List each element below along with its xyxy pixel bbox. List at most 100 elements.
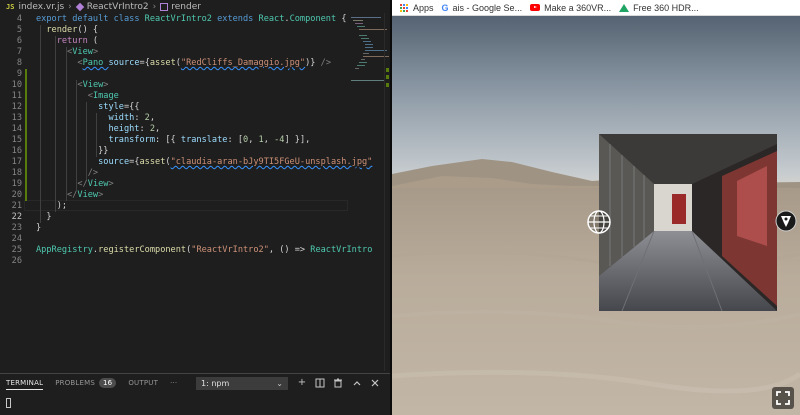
apps-icon — [400, 3, 408, 12]
code-token: /> — [320, 58, 332, 68]
code-line: 22 } — [0, 212, 348, 223]
code-token: : — [134, 113, 145, 123]
chevron-down-icon: ⌄ — [276, 379, 283, 388]
tab-problems[interactable]: PROBLEMS 16 — [49, 374, 122, 392]
code-line: 18 /> — [0, 168, 348, 179]
code-line: 25 AppRegistry.registerComponent("ReactVr… — [0, 245, 373, 256]
code-token: , — [248, 135, 259, 145]
code-token: View — [82, 80, 104, 90]
code-token: extends — [217, 14, 259, 24]
code-line: 24 — [0, 234, 348, 245]
code-token: React — [258, 14, 285, 24]
line-number: 21 — [11, 201, 22, 211]
line-number: 10 — [11, 80, 22, 90]
code-line: 8 <Pano source={asset("RedCliffs_Damaggi… — [0, 58, 348, 69]
terminal-cursor — [6, 398, 11, 408]
drive-icon — [619, 3, 630, 12]
breadcrumb-separator: › — [68, 1, 72, 12]
code-token: class — [113, 14, 145, 24]
code-token: "RedCliffs_Damaggio.jpg" — [180, 58, 306, 68]
close-icon[interactable] — [369, 377, 381, 389]
code-line: 16 }} — [0, 146, 348, 157]
code-token: ); — [36, 201, 68, 211]
code-token: ReactVrIntro2 — [144, 14, 218, 24]
code-line: 6 return ( — [0, 36, 348, 47]
code-text: <View> — [36, 80, 108, 91]
code-token: source — [98, 157, 130, 167]
code-token: } — [36, 223, 42, 233]
code-token: asset — [139, 157, 166, 167]
code-line: 26 — [0, 256, 348, 267]
code-token: registerComponent — [98, 245, 187, 255]
code-token: , — [149, 113, 156, 123]
browser-window[interactable]: Apps G ais - Google Se... Make a 360VR..… — [392, 0, 800, 415]
code-line: 7 <View> — [0, 47, 348, 58]
code-token: )} — [305, 58, 321, 68]
code-token: Image — [92, 91, 119, 101]
code-token: ={ — [139, 58, 150, 68]
class-symbol-icon — [75, 2, 85, 11]
code-text: width: 2, — [36, 113, 155, 124]
chevron-up-icon[interactable] — [351, 377, 363, 389]
code-line: 5 render() { — [0, 25, 348, 36]
code-line: 23} — [0, 223, 348, 234]
code-editor[interactable]: JS index.vr.js › ReactVrIntro2 › render … — [0, 0, 390, 415]
code-token: return — [56, 36, 93, 46]
terminal-select[interactable]: 1: npm ⌄ — [196, 377, 288, 390]
code-text: } — [36, 212, 51, 223]
code-text: style={{ — [36, 102, 139, 113]
tab-terminal[interactable]: TERMINAL — [0, 374, 49, 392]
line-number: 13 — [11, 113, 22, 123]
bookmark-youtube[interactable]: Make a 360VR... — [530, 3, 611, 13]
breadcrumb-file[interactable]: index.vr.js — [18, 2, 64, 12]
google-icon: G — [441, 2, 449, 13]
code-text: <View> — [36, 47, 98, 58]
code-line: 10 <View> — [0, 80, 348, 91]
code-text: /> — [36, 168, 98, 179]
code-token: Component — [289, 14, 342, 24]
image-panel — [599, 134, 777, 312]
code-line: 9 — [0, 69, 348, 80]
tab-output[interactable]: OUTPUT — [122, 374, 164, 392]
more-tabs-button[interactable]: ··· — [164, 374, 183, 392]
code-line: 13 width: 2, — [0, 113, 348, 124]
plus-icon[interactable]: + — [296, 377, 308, 389]
code-token: translate — [180, 135, 228, 145]
vr-viewport[interactable] — [392, 16, 800, 415]
fullscreen-button[interactable] — [772, 387, 794, 409]
code-text: } — [36, 223, 41, 234]
code-token: ={ — [129, 157, 140, 167]
terminal-output[interactable] — [0, 392, 390, 415]
tab-label: ··· — [170, 379, 178, 387]
bookmark-drive[interactable]: Free 360 HDR... — [619, 3, 699, 13]
fullscreen-icon — [776, 391, 790, 405]
line-number: 23 — [11, 223, 22, 233]
split-icon[interactable] — [314, 377, 326, 389]
trash-icon[interactable] — [332, 377, 344, 389]
breadcrumb-class[interactable]: ReactVrIntro2 — [87, 2, 149, 12]
code-token: AppRegistry — [36, 245, 93, 255]
code-token: -4 — [274, 135, 285, 145]
line-number: 8 — [16, 58, 22, 68]
breadcrumb-method[interactable]: render — [171, 2, 201, 12]
line-number: 18 — [11, 168, 22, 178]
code-token: , () => — [268, 245, 311, 255]
code-text: }} — [36, 146, 108, 157]
line-number: 19 — [11, 179, 22, 189]
code-text: height: 2, — [36, 124, 160, 135]
code-token: Pano — [82, 58, 109, 68]
line-number: 5 — [16, 25, 22, 35]
bookmark-google-search[interactable]: G ais - Google Se... — [442, 3, 523, 13]
code-token: height — [108, 124, 140, 134]
line-number: 25 — [11, 245, 22, 255]
code-text: <Pano source={asset("RedCliffs_Damaggio.… — [36, 58, 331, 69]
code-area[interactable]: 4 export default class ReactVrIntro2 exte… — [0, 14, 390, 372]
terminal-panel[interactable]: TERMINAL PROBLEMS 16 OUTPUT ··· 1: npm ⌄ … — [0, 373, 390, 415]
bookmark-apps[interactable]: Apps — [400, 3, 434, 13]
code-token: "claudia-aran-bJy9TI5FGeU-unsplash.jpg" — [170, 157, 373, 167]
code-line: 12 style={{ — [0, 102, 348, 113]
